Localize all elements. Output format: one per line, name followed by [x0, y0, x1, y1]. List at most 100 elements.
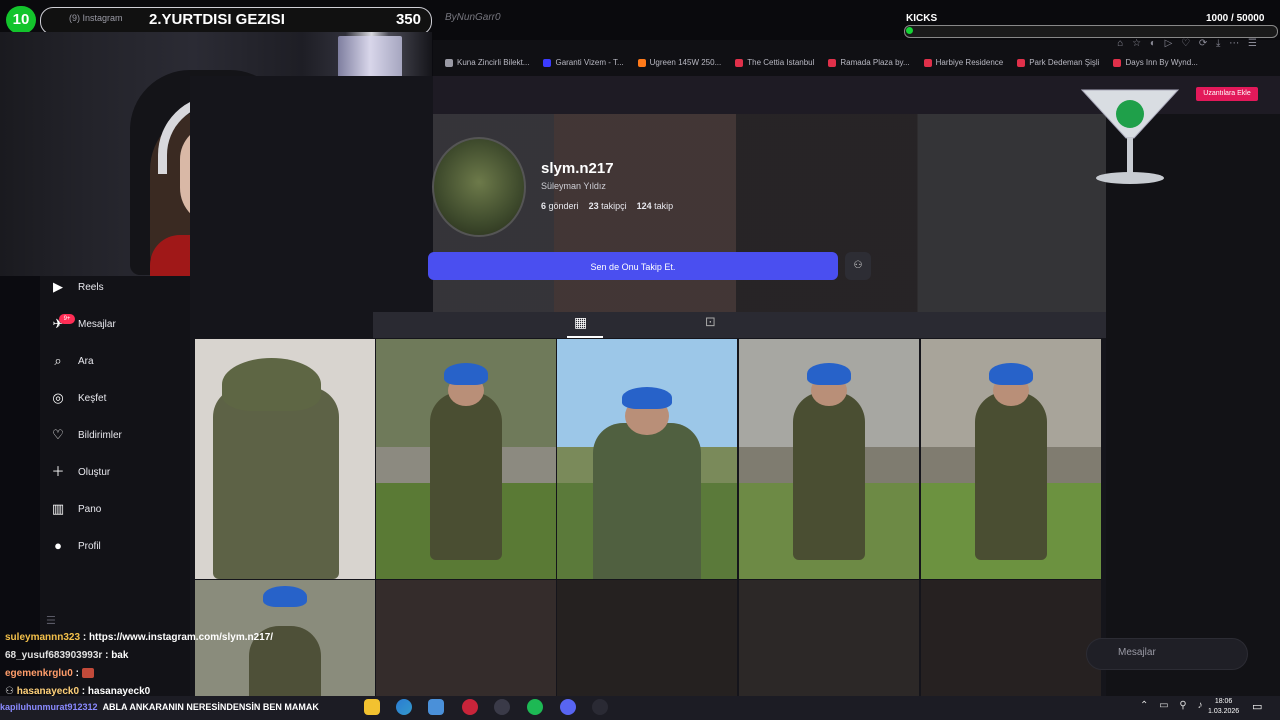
sidebar-item-dashboard[interactable]: ▥ Pano	[50, 501, 102, 517]
bookmark-label: Days Inn By Wynd...	[1125, 58, 1198, 67]
bookmark-item[interactable]: Ramada Plaza by...	[828, 58, 910, 67]
sidebar-item-label: Pano	[78, 503, 102, 515]
tab-tagged-icon[interactable]: ⊡	[705, 314, 716, 330]
sidebar-item-search[interactable]: ⌕ Ara	[50, 353, 94, 369]
kicks-label: KICKS	[906, 13, 938, 24]
profile-stats: 6 gönderi 23 takipçi 124 takip	[541, 201, 673, 211]
edge-icon[interactable]	[396, 699, 412, 715]
chat-emote-icon	[81, 668, 94, 679]
bookmark-item[interactable]: Harbiye Residence	[923, 58, 1003, 67]
taskbar-clock[interactable]: 18:06 1.03.2026	[1208, 697, 1239, 717]
post-thumbnail[interactable]	[921, 339, 1101, 579]
profile-fullname: Süleyman Yıldız	[541, 181, 606, 191]
spotify-icon[interactable]	[527, 699, 543, 715]
post-thumbnail[interactable]	[739, 339, 919, 579]
obs-icon[interactable]	[592, 699, 608, 715]
bookmark-favicon-icon	[735, 58, 744, 67]
post-thumbnail[interactable]	[557, 339, 737, 579]
profile-tabs	[373, 312, 1106, 338]
sidebar-item-reels[interactable]: ▶ Reels	[50, 279, 104, 295]
chat-message: suleymannn323 : https://www.instagram.co…	[5, 632, 274, 643]
explore-icon: ◎	[52, 390, 64, 405]
bookmark-item[interactable]: Park Dedeman Şişli	[1017, 58, 1099, 67]
cocktail-glass-icon	[1080, 89, 1180, 184]
bookmark-label: Ugreen 145W 250...	[649, 58, 722, 67]
chat-text: bak	[111, 650, 129, 661]
post-thumbnail[interactable]	[557, 580, 737, 696]
post-thumbnail[interactable]	[739, 580, 919, 696]
tab-posts-grid-icon[interactable]: ▦	[574, 314, 587, 331]
profile-username: slym.n217	[541, 160, 614, 177]
channel-watermark: ByNunGarr0	[445, 12, 501, 23]
sidebar-item-label: Ara	[78, 355, 94, 367]
chat-username: egemenkrglu0	[5, 668, 73, 679]
dashboard-icon: ▥	[51, 501, 65, 516]
sidebar-item-label: Bildirimler	[78, 429, 122, 441]
bookmark-favicon-icon	[543, 58, 552, 67]
follow-button[interactable]: Sen de Onu Takip Et.	[428, 252, 838, 280]
system-tray-icons[interactable]: ⌃ ▭ ⚲ ♪	[1140, 700, 1207, 711]
menu-icon[interactable]: ☰	[46, 614, 56, 627]
post-thumbnail[interactable]	[195, 339, 375, 579]
file-explorer-icon[interactable]	[364, 699, 380, 715]
chat-ticker: kapiluhunmurat912312 ABLA ANKARANIN NERE…	[0, 702, 319, 712]
discord-icon[interactable]	[560, 699, 576, 715]
chat-text: https://www.instagram.com/slym.n217/	[88, 632, 274, 643]
ticker-text: ABLA ANKARANIN NERESİNDENSİN BEN MAMAK	[102, 702, 319, 712]
instagram-right-gutter	[1106, 114, 1280, 696]
ticker-user: kapiluhunmurat912312	[0, 702, 98, 712]
kicks-progress-fill	[906, 27, 913, 34]
bookmark-favicon-icon	[1113, 58, 1122, 67]
level-badge: 10	[6, 6, 36, 34]
following-stat[interactable]: 124 takip	[637, 201, 674, 211]
sidebar-item-label: Keşfet	[78, 392, 107, 404]
followers-stat[interactable]: 23 takipçi	[589, 201, 627, 211]
clock-time: 18:06	[1214, 698, 1233, 705]
stream-chat: suleymannn323 : https://www.instagram.co…	[0, 630, 430, 700]
bookmark-favicon-icon	[828, 58, 837, 67]
browser-bookmarks-bar: ⌂ ☆ ◐ ▷ ♡ ⟳ ⤓ ⋯ ☰ Kuna Zincirli Bilekt..…	[433, 38, 1280, 76]
opera-icon[interactable]	[462, 699, 478, 715]
kicks-count: 1000 / 50000	[1206, 13, 1265, 24]
sidebar-item-explore[interactable]: ◎ Keşfet	[50, 390, 106, 406]
chat-username: 68_yusuf683903993r	[5, 650, 103, 661]
add-user-icon: ⚇	[853, 260, 863, 271]
sidebar-item-label: Profil	[78, 540, 101, 552]
post-thumbnail[interactable]	[921, 580, 1101, 696]
bookmark-label: Park Dedeman Şişli	[1029, 58, 1100, 67]
bookmark-item[interactable]: Days Inn By Wynd...	[1113, 58, 1198, 67]
bookmark-label: Ramada Plaza by...	[840, 58, 910, 67]
search-icon: ⌕	[54, 353, 62, 368]
plus-icon: ＋	[51, 464, 65, 479]
bookmark-item[interactable]: Ugreen 145W 250...	[637, 58, 722, 67]
bookmark-label: The Cettia Istanbul	[747, 58, 815, 67]
reels-icon: ▶	[53, 279, 63, 294]
browser-toolbar-icons[interactable]: ⌂ ☆ ◐ ▷ ♡ ⟳ ⤓ ⋯ ☰	[1117, 38, 1260, 49]
add-user-button[interactable]: ⚇	[845, 252, 871, 280]
store-icon[interactable]	[428, 699, 444, 715]
bookmark-label: Kuna Zincirli Bilekt...	[457, 58, 530, 67]
bookmark-favicon-icon	[1017, 58, 1026, 67]
bookmark-favicon-icon	[923, 58, 932, 67]
app-icon[interactable]	[494, 699, 510, 715]
bookmark-item[interactable]: Garanti Vizem - T...	[543, 58, 624, 67]
messages-float-label: Mesajlar	[1118, 647, 1156, 658]
post-thumbnail[interactable]	[376, 339, 556, 579]
sidebar-item-notifications[interactable]: ♡ Bildirimler	[50, 427, 122, 443]
sidebar-item-label: Reels	[78, 281, 104, 293]
heart-icon: ♡	[52, 427, 64, 442]
bookmark-item[interactable]: Kuna Zincirli Bilekt...	[445, 58, 529, 67]
goal-title: 2.YURTDISI GEZISI	[149, 11, 285, 28]
messages-float-button[interactable]	[1086, 638, 1248, 670]
chat-message: egemenkrglu0 :	[5, 668, 94, 679]
notification-icon[interactable]: ▭	[1252, 700, 1262, 713]
bookmark-item[interactable]: The Cettia Istanbul	[735, 58, 814, 67]
messages-badge: 9+	[59, 314, 75, 324]
bookmark-label: Garanti Vizem - T...	[555, 58, 624, 67]
sidebar-item-profile[interactable]: ● Profil	[50, 538, 101, 554]
promo-add-extension-button[interactable]: Uzantılara Ekle	[1196, 87, 1258, 101]
sidebar-item-label: Oluştur	[78, 466, 111, 478]
sidebar-item-create[interactable]: ＋ Oluştur	[50, 464, 110, 480]
clock-date: 1.03.2026	[1208, 708, 1240, 715]
profile-avatar[interactable]	[432, 137, 526, 237]
